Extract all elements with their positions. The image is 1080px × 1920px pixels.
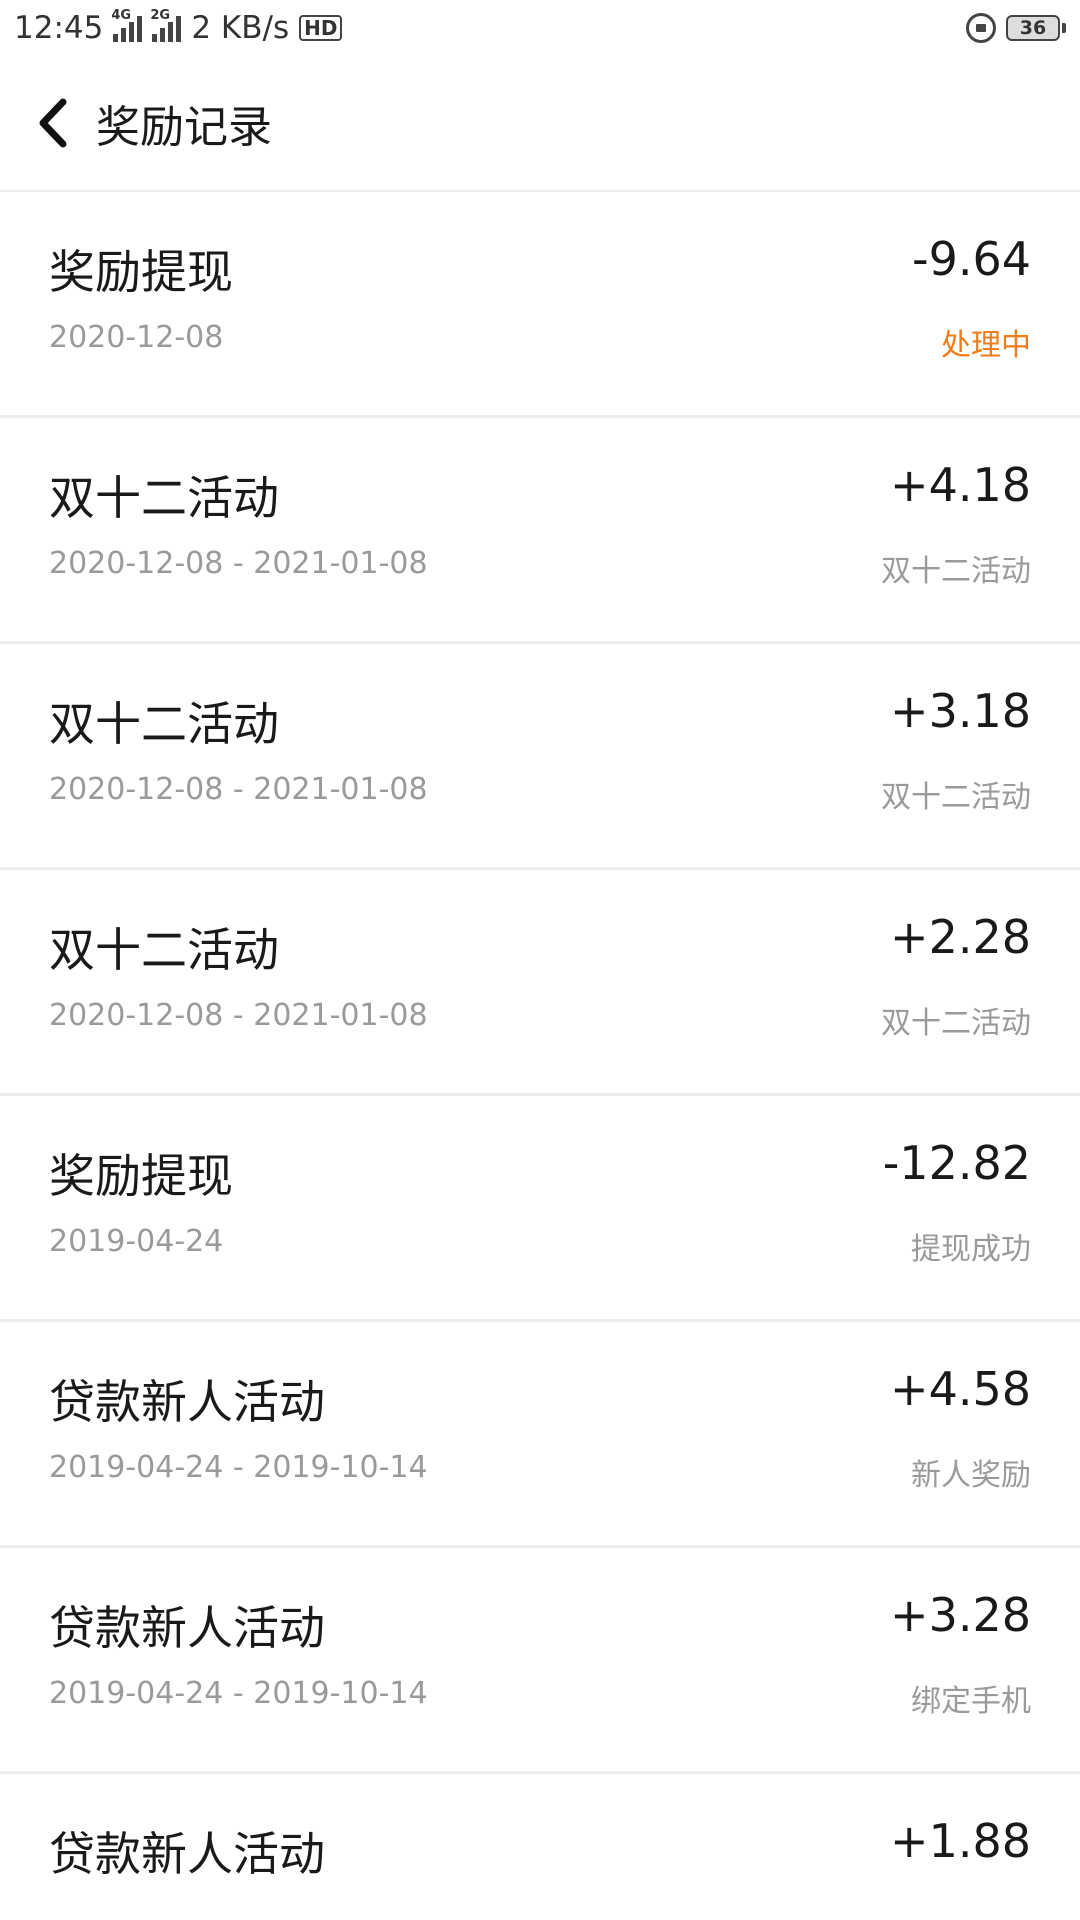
record-amount: +1.88 <box>890 1814 1031 1868</box>
status-bar: 12:45 4G 2G 2 KB/s HD 36 <box>0 0 1080 56</box>
record-amount: +4.58 <box>890 1362 1031 1416</box>
list-item[interactable]: 奖励提现 2019-04-24 -12.82 提现成功 <box>0 1096 1080 1322</box>
record-date: 2020-12-08 - 2021-01-08 <box>49 546 428 581</box>
signal-4g-icon: 4G <box>111 8 143 42</box>
hd-voice-icon: HD <box>299 15 343 41</box>
status-time: 12:45 <box>14 10 104 46</box>
record-name: 奖励提现 <box>49 245 233 299</box>
list-item[interactable]: 双十二活动 2020-12-08 - 2021-01-08 +2.28 双十二活… <box>0 870 1080 1096</box>
top-app-bar: 奖励记录 <box>0 56 1080 192</box>
list-item[interactable]: 贷款新人活动 +1.88 <box>0 1774 1080 1920</box>
reward-records-list: 奖励提现 2020-12-08 -9.64 处理中 双十二活动 2020-12-… <box>0 192 1080 1920</box>
record-name: 贷款新人活动 <box>49 1375 325 1429</box>
record-date: 2019-04-24 - 2019-10-14 <box>49 1450 428 1485</box>
list-item[interactable]: 奖励提现 2020-12-08 -9.64 处理中 <box>0 192 1080 418</box>
list-item[interactable]: 双十二活动 2020-12-08 - 2021-01-08 +3.18 双十二活… <box>0 644 1080 870</box>
page-title: 奖励记录 <box>96 102 272 153</box>
record-name: 贷款新人活动 <box>49 1601 325 1655</box>
record-status: 双十二活动 <box>881 554 1031 589</box>
record-amount: +3.28 <box>890 1588 1031 1642</box>
record-name: 奖励提现 <box>49 1149 233 1203</box>
record-amount: +2.28 <box>890 910 1031 964</box>
record-name: 双十二活动 <box>49 697 279 751</box>
list-item[interactable]: 贷款新人活动 2019-04-24 - 2019-10-14 +4.58 新人奖… <box>0 1322 1080 1548</box>
record-name: 双十二活动 <box>49 923 279 977</box>
record-date: 2020-12-08 - 2021-01-08 <box>49 998 428 1033</box>
rotation-lock-icon <box>966 13 996 43</box>
record-status: 处理中 <box>941 328 1031 363</box>
record-date: 2020-12-08 - 2021-01-08 <box>49 772 428 807</box>
record-status: 新人奖励 <box>911 1458 1031 1493</box>
record-amount: +3.18 <box>890 684 1031 738</box>
back-arrow-icon[interactable] <box>28 93 76 153</box>
record-status: 双十二活动 <box>881 780 1031 815</box>
status-bar-left: 12:45 4G 2G 2 KB/s HD <box>14 8 343 46</box>
record-status: 双十二活动 <box>881 1006 1031 1041</box>
battery-level: 36 <box>1006 15 1060 41</box>
list-item[interactable]: 贷款新人活动 2019-04-24 - 2019-10-14 +3.28 绑定手… <box>0 1548 1080 1774</box>
record-status: 提现成功 <box>911 1232 1031 1267</box>
record-amount: +4.18 <box>890 458 1031 512</box>
record-date: 2019-04-24 <box>49 1224 224 1259</box>
network-speed: 2 KB/s <box>191 10 290 46</box>
record-name: 双十二活动 <box>49 471 279 525</box>
record-date: 2019-04-24 - 2019-10-14 <box>49 1676 428 1711</box>
record-name: 贷款新人活动 <box>49 1827 325 1881</box>
status-bar-right: 36 <box>966 13 1066 43</box>
signal-2g-icon: 2G <box>150 8 182 42</box>
record-date: 2020-12-08 <box>49 320 224 355</box>
list-item[interactable]: 双十二活动 2020-12-08 - 2021-01-08 +4.18 双十二活… <box>0 418 1080 644</box>
record-amount: -9.64 <box>911 232 1031 286</box>
record-amount: -12.82 <box>882 1136 1031 1190</box>
battery-icon: 36 <box>1006 15 1066 41</box>
record-status: 绑定手机 <box>911 1684 1031 1719</box>
